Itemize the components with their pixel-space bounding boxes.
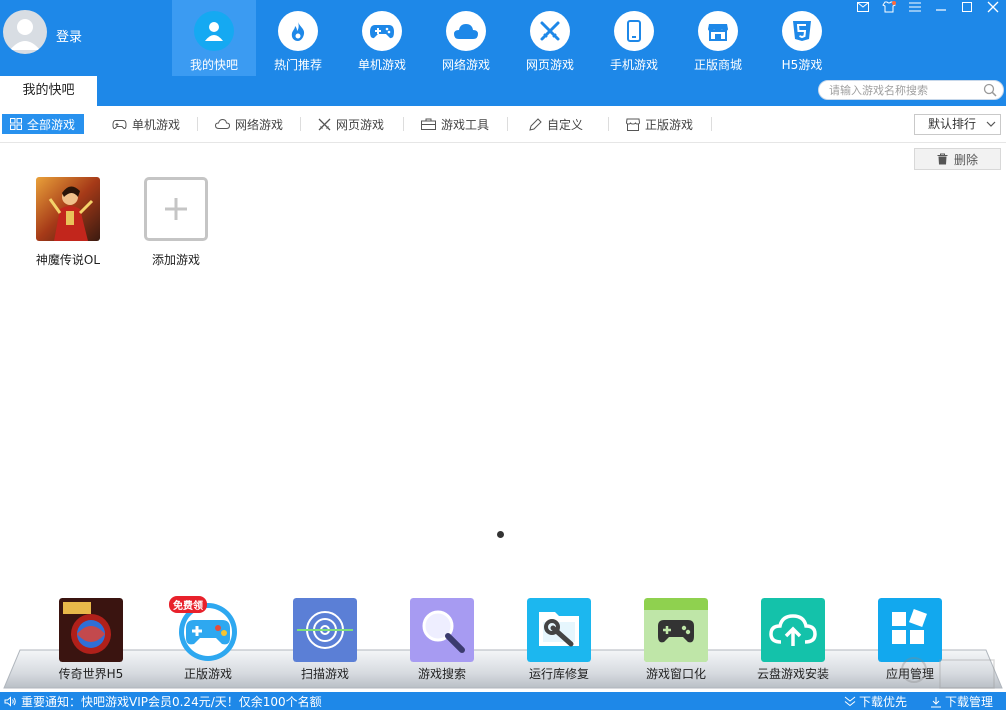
store-icon — [698, 11, 738, 51]
search-box — [818, 80, 1004, 100]
top-header: 登录 我的快吧 热门推荐 单机游戏 — [0, 0, 1006, 106]
delete-button[interactable]: 删除 — [914, 148, 1001, 170]
divider — [507, 117, 508, 131]
legend-world-icon — [59, 598, 123, 662]
filter-official-games[interactable]: 正版游戏 — [626, 114, 693, 134]
nav-web-games[interactable]: 网页游戏 — [508, 0, 592, 76]
gamepad-icon — [112, 119, 127, 130]
nav-hot-recommend[interactable]: 热门推荐 — [256, 0, 340, 76]
crossed-swords-icon — [530, 11, 570, 51]
dock-game-windowed[interactable]: 游戏窗口化 — [626, 598, 726, 682]
menu-icon[interactable] — [908, 0, 922, 14]
filter-game-tools[interactable]: 游戏工具 — [421, 114, 489, 134]
app-window: 登录 我的快吧 热门推荐 单机游戏 — [0, 0, 1006, 710]
tab-my-kuaiba[interactable]: 我的快吧 — [0, 76, 97, 106]
download-icon — [930, 696, 942, 708]
nav-mobile-games[interactable]: 手机游戏 — [592, 0, 676, 76]
filter-online-games[interactable]: 网络游戏 — [215, 114, 283, 134]
cloud-upload-icon — [761, 598, 825, 662]
window-controls — [856, 0, 1000, 14]
dock-shelf — [0, 648, 1006, 690]
gamepad-icon — [362, 11, 402, 51]
game-name: 神魔传说OL — [36, 251, 100, 268]
speaker-icon — [4, 696, 17, 707]
nav-single-games[interactable]: 单机游戏 — [340, 0, 424, 76]
html5-icon — [782, 11, 822, 51]
double-chevron-down-icon — [844, 696, 856, 707]
maximize-icon[interactable] — [960, 0, 974, 14]
filter-web-games[interactable]: 网页游戏 — [318, 114, 384, 134]
pencil-icon — [529, 118, 542, 131]
notice[interactable]: 重要通知：快吧游戏VIP会员0.24元/天！仅余100个名额 — [4, 693, 322, 710]
search-icon[interactable] — [983, 83, 997, 97]
download-manage-button[interactable]: 下载管理 — [930, 693, 993, 710]
avatar[interactable] — [3, 10, 47, 54]
category-filter-bar: 全部游戏 单机游戏 网络游戏 网页游戏 游戏工具 自定义 正版游戏 — [0, 106, 1006, 143]
dock-runtime-repair[interactable]: 运行库修复 — [509, 598, 609, 682]
dock-scan-games[interactable]: 扫描游戏 — [275, 598, 375, 682]
magnifier-icon — [410, 598, 474, 662]
skin-icon[interactable] — [882, 0, 896, 14]
phone-icon — [614, 11, 654, 51]
search-input[interactable] — [829, 82, 979, 98]
filter-all-games[interactable]: 全部游戏 — [2, 114, 84, 134]
game-art-icon — [36, 177, 100, 241]
status-bar: 重要通知：快吧游戏VIP会员0.24元/天！仅余100个名额 下载优先 下载管理 — [0, 692, 1006, 710]
watermark-logo-icon — [900, 654, 1000, 694]
minimize-icon[interactable] — [934, 0, 948, 14]
add-game-tile[interactable]: 添加游戏 — [126, 177, 226, 268]
login-link[interactable]: 登录 — [56, 26, 82, 45]
nav-official-store[interactable]: 正版商城 — [676, 0, 760, 76]
dock-cloud-install[interactable]: 云盘游戏安装 — [743, 598, 843, 682]
divider — [300, 117, 301, 131]
add-game-label: 添加游戏 — [152, 251, 200, 268]
wrench-icon — [527, 598, 591, 662]
app-tiles-icon — [878, 598, 942, 662]
crossed-swords-icon — [318, 118, 331, 131]
divider — [403, 117, 404, 131]
dock-game-search[interactable]: 游戏搜索 — [392, 598, 492, 682]
dock-legend-world-h5[interactable]: 传奇世界H5 — [41, 598, 141, 682]
nav-my-kuaiba[interactable]: 我的快吧 — [172, 0, 256, 76]
divider — [711, 117, 712, 131]
trash-icon — [937, 153, 948, 165]
cloud-icon — [215, 119, 230, 129]
close-icon[interactable] — [986, 0, 1000, 14]
main-nav: 我的快吧 热门推荐 单机游戏 网络游戏 — [172, 0, 844, 76]
filter-custom[interactable]: 自定义 — [529, 114, 583, 134]
flame-icon — [278, 11, 318, 51]
window-gamepad-icon — [644, 598, 708, 662]
free-claim-badge: 免费领 — [169, 596, 207, 613]
store-icon — [626, 118, 640, 131]
user-icon — [194, 11, 234, 51]
game-tile[interactable]: 神魔传说OL — [18, 177, 118, 268]
mail-icon[interactable] — [856, 0, 870, 14]
chevron-down-icon — [986, 120, 996, 128]
notice-text: 重要通知：快吧游戏VIP会员0.24元/天！仅余100个名额 — [21, 693, 322, 710]
toolbox-icon — [421, 118, 436, 130]
divider — [608, 117, 609, 131]
plus-icon — [144, 177, 208, 241]
page-indicator-dot[interactable] — [497, 531, 504, 538]
cloud-icon — [446, 11, 486, 51]
sort-selected-value: 默认排行 — [928, 117, 976, 131]
dock-official-games[interactable]: 免费领 正版游戏 — [158, 598, 258, 682]
nav-h5-games[interactable]: H5游戏 — [760, 0, 844, 76]
nav-online-games[interactable]: 网络游戏 — [424, 0, 508, 76]
filter-single-games[interactable]: 单机游戏 — [112, 114, 180, 134]
divider — [197, 117, 198, 131]
download-priority-button[interactable]: 下载优先 — [844, 693, 907, 710]
grid-icon — [10, 118, 22, 130]
scan-icon — [293, 598, 357, 662]
sort-dropdown[interactable]: 默认排行 — [914, 114, 1001, 135]
